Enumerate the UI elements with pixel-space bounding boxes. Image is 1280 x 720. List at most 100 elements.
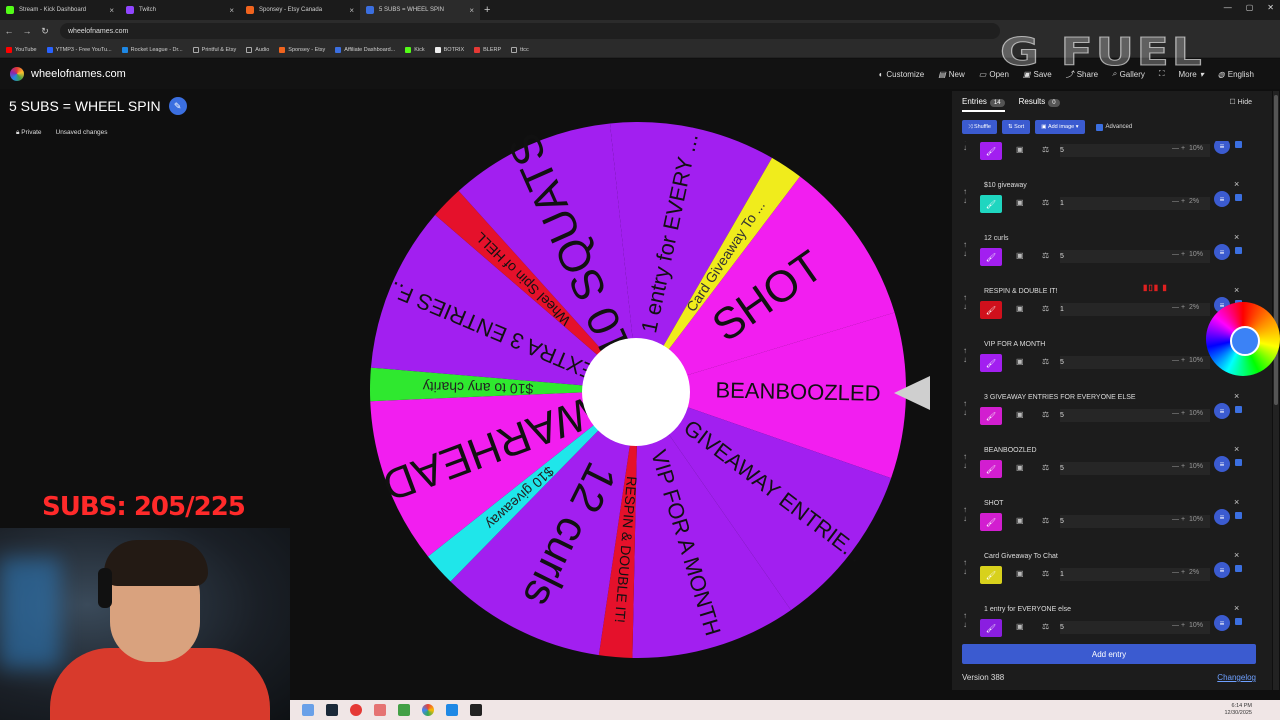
steam-icon[interactable] — [326, 704, 338, 716]
entry-enabled-checkbox[interactable] — [1235, 512, 1242, 519]
delete-entry-icon[interactable]: × — [1234, 232, 1239, 242]
weight-stepper[interactable]: — + — [1172, 622, 1185, 629]
reorder-arrows-icon[interactable]: ↑↓ — [963, 505, 967, 523]
bookmark[interactable]: Audio — [246, 46, 269, 53]
entry-weight-field[interactable]: 5 — [1060, 356, 1210, 369]
delete-entry-icon[interactable]: × — [1234, 179, 1239, 189]
entry-color-swatch[interactable]: 🖌︎ — [980, 301, 1002, 319]
forward-icon[interactable]: → — [18, 26, 36, 36]
entry-color-swatch[interactable]: 🖌︎ — [980, 407, 1002, 425]
taskbar-app-icon[interactable] — [446, 704, 458, 716]
system-tray-clock[interactable]: 6:14 PM 12/30/2025 — [1224, 703, 1252, 717]
reorder-arrows-icon[interactable]: ↑↓ — [963, 141, 967, 152]
shuffle-button[interactable]: ⤨ Shuffle — [962, 120, 997, 134]
entry-color-swatch[interactable]: 🖌︎ — [980, 142, 1002, 160]
entry-enabled-checkbox[interactable] — [1235, 141, 1242, 148]
entry-options-button[interactable]: ≡ — [1214, 403, 1230, 419]
delete-entry-icon[interactable]: × — [1234, 391, 1239, 401]
weight-stepper[interactable]: — + — [1172, 357, 1185, 364]
image-icon[interactable]: ▣ — [1016, 516, 1024, 525]
close-tab-icon[interactable]: × — [229, 6, 234, 15]
weight-stepper[interactable]: — + — [1172, 463, 1185, 470]
advanced-toggle[interactable]: Advanced — [1095, 123, 1132, 131]
reorder-arrows-icon[interactable]: ↑↓ — [963, 611, 967, 629]
wheel-center-hub[interactable] — [582, 338, 690, 446]
entry-name-field[interactable]: 12 curls — [984, 232, 1210, 245]
entry-color-swatch[interactable]: 🖌︎ — [980, 566, 1002, 584]
close-tab-icon[interactable]: × — [469, 6, 474, 15]
bookmark[interactable]: ttcc — [511, 46, 529, 53]
close-tab-icon[interactable]: × — [349, 6, 354, 15]
bookmark[interactable]: YTMP3 - Free YouTu... — [46, 46, 112, 53]
image-icon[interactable]: ▣ — [1016, 357, 1024, 366]
browser-tab[interactable]: Twitch × — [120, 0, 240, 20]
bookmark[interactable]: BOTRIX — [434, 46, 464, 53]
entry-weight-field[interactable]: 5 — [1060, 515, 1210, 528]
delete-entry-icon[interactable]: × — [1234, 444, 1239, 454]
entry-name-field[interactable]: 3 GIVEAWAY ENTRIES FOR EVERYONE ELSE — [984, 391, 1210, 404]
taskbar-app-icon[interactable] — [302, 704, 314, 716]
sort-button[interactable]: ⇅ Sort — [1001, 120, 1031, 134]
image-icon[interactable]: ▣ — [1016, 304, 1024, 313]
taskbar-app-icon[interactable] — [374, 704, 386, 716]
new-tab-icon[interactable]: + — [484, 4, 490, 16]
weight-stepper[interactable]: — + — [1172, 410, 1185, 417]
image-icon[interactable]: ▣ — [1016, 463, 1024, 472]
wheel-logo-icon[interactable] — [10, 67, 24, 81]
entry-weight-field[interactable]: 5 — [1060, 250, 1210, 263]
entry-name-field[interactable]: 1 entry for EVERYONE else — [984, 603, 1210, 616]
menu-customize[interactable]: ◐ Customize — [879, 70, 925, 79]
browser-tab[interactable]: Stream - Kick Dashboard × — [0, 0, 120, 20]
changelog-link[interactable]: Changelog — [1217, 673, 1256, 682]
reorder-arrows-icon[interactable]: ↑↓ — [963, 240, 967, 258]
delete-entry-icon[interactable]: × — [1234, 285, 1239, 295]
bookmark[interactable]: Printful & Etsy — [192, 46, 236, 53]
browser-tab[interactable]: Sponsey - Etsy Canada × — [240, 0, 360, 20]
reorder-arrows-icon[interactable]: ↑↓ — [963, 558, 967, 576]
bookmark[interactable]: YouTube — [6, 46, 37, 53]
hide-panel-checkbox[interactable]: ☐ Hide — [1229, 98, 1252, 106]
delete-entry-icon[interactable]: × — [1234, 603, 1239, 613]
delete-entry-icon[interactable]: × — [1234, 550, 1239, 560]
entry-color-swatch[interactable]: 🖌︎ — [980, 248, 1002, 266]
bookmark[interactable]: Affiliate Dashboard... — [335, 46, 395, 53]
image-icon[interactable]: ▣ — [1016, 410, 1024, 419]
entry-weight-field[interactable]: 1 — [1060, 303, 1210, 316]
entry-enabled-checkbox[interactable] — [1235, 565, 1242, 572]
image-icon[interactable]: ▣ — [1016, 569, 1024, 578]
site-name[interactable]: wheelofnames.com — [31, 68, 126, 80]
page-scrollbar[interactable] — [1273, 91, 1279, 690]
entry-weight-field[interactable]: 5 — [1060, 409, 1210, 422]
entry-enabled-checkbox[interactable] — [1235, 406, 1242, 413]
entry-name-field[interactable]: $10 giveaway — [984, 179, 1210, 192]
entry-weight-field[interactable]: 5 — [1060, 462, 1210, 475]
private-badge[interactable]: 🔒︎ Private — [16, 129, 42, 137]
reorder-arrows-icon[interactable]: ↑↓ — [963, 293, 967, 311]
delete-entry-icon[interactable]: × — [1234, 497, 1239, 507]
reorder-arrows-icon[interactable]: ↑↓ — [963, 187, 967, 205]
minimize-icon[interactable]: — — [1224, 3, 1232, 12]
entry-color-swatch[interactable]: 🖌︎ — [980, 513, 1002, 531]
add-image-button[interactable]: ▣ Add image ▾ — [1035, 120, 1085, 134]
entry-options-button[interactable]: ≡ — [1214, 615, 1230, 631]
reload-icon[interactable]: ↻ — [36, 26, 54, 37]
image-icon[interactable]: ▣ — [1016, 251, 1024, 260]
entry-enabled-checkbox[interactable] — [1235, 618, 1242, 625]
entry-name-field[interactable]: RESPIN & DOUBLE IT! — [984, 285, 1210, 298]
entry-name-field[interactable]: BEANBOOZLED — [984, 444, 1210, 457]
tab-results[interactable]: Results 0 — [1019, 97, 1060, 112]
entry-color-swatch[interactable]: 🖌︎ — [980, 460, 1002, 478]
back-icon[interactable]: ← — [0, 26, 18, 36]
entry-color-swatch[interactable]: 🖌︎ — [980, 619, 1002, 637]
reorder-arrows-icon[interactable]: ↑↓ — [963, 346, 967, 364]
bookmark[interactable]: Sponsey - Etsy — [279, 46, 325, 53]
entry-name-field[interactable]: VIP FOR A MONTH — [984, 338, 1210, 351]
wheel-container[interactable]: 1 entry for EVERY ... Card Giveaway To ..… — [368, 120, 908, 665]
entry-enabled-checkbox[interactable] — [1235, 194, 1242, 201]
entry-options-button[interactable]: ≡ — [1214, 562, 1230, 578]
entry-weight-field[interactable]: 1 — [1060, 568, 1210, 581]
add-entry-button[interactable]: Add entry — [962, 644, 1256, 664]
browser-tab-active[interactable]: 5 SUBS = WHEEL SPIN × — [360, 0, 480, 20]
reorder-arrows-icon[interactable]: ↑↓ — [963, 452, 967, 470]
entry-weight-field[interactable]: 1 — [1060, 197, 1210, 210]
